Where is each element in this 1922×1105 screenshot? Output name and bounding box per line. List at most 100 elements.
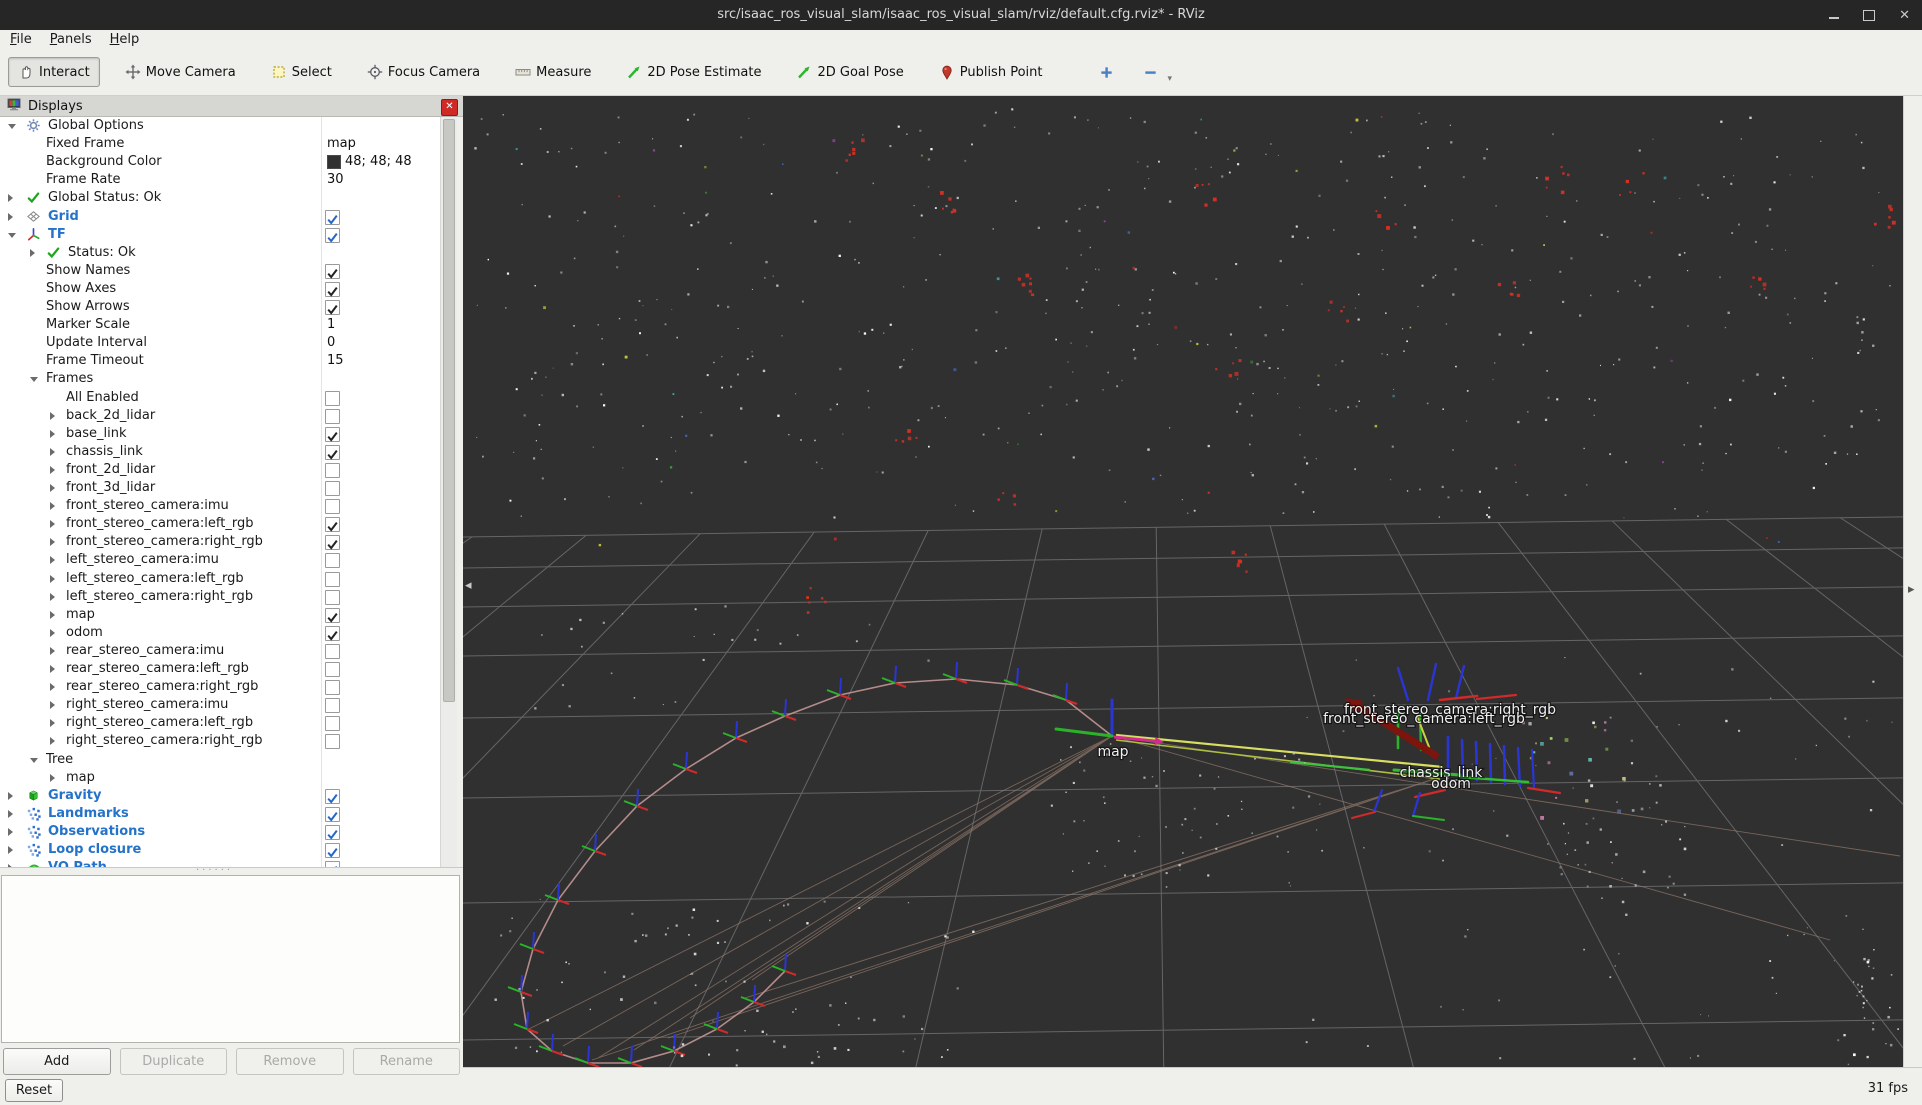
tree-row-landmarks[interactable]: Landmarks — [0, 805, 440, 823]
checkbox-unchecked[interactable] — [325, 643, 340, 659]
tree-scrollbar-thumb[interactable] — [443, 119, 455, 702]
expander-closed-icon[interactable] — [50, 484, 55, 492]
row-value[interactable]: 30 — [327, 172, 344, 188]
expander-closed-icon[interactable] — [50, 773, 55, 782]
expander-closed-icon[interactable] — [50, 701, 55, 710]
maximize-icon[interactable] — [1863, 9, 1876, 21]
checkbox-checked[interactable] — [325, 788, 340, 804]
collapse-right-icon[interactable]: ▸ — [1908, 582, 1915, 597]
tree-row-rear-stereo-camera-left-rgb[interactable]: rear_stereo_camera:left_rgb — [0, 660, 440, 678]
tree-row-all-enabled[interactable]: All Enabled — [0, 389, 440, 407]
row-value[interactable]: map — [327, 136, 356, 152]
tree-row-update-interval[interactable]: Update Interval 0 — [0, 334, 440, 352]
checkbox-checked[interactable] — [325, 281, 340, 297]
checkbox-checked[interactable] — [325, 607, 340, 623]
tree-row-right-stereo-camera-imu[interactable]: right_stereo_camera:imu — [0, 696, 440, 714]
checkbox-checked[interactable] — [325, 300, 340, 315]
expander-closed-icon[interactable] — [50, 465, 55, 474]
expander-open-icon[interactable] — [30, 377, 38, 383]
checkbox-unchecked[interactable] — [325, 408, 340, 424]
reset-button[interactable]: Reset — [5, 1079, 63, 1102]
toolbar-overflow-icon[interactable]: ▾ — [1167, 74, 1172, 84]
tree-row-marker-scale[interactable]: Marker Scale 1 — [0, 316, 440, 334]
expander-closed-icon[interactable] — [50, 520, 55, 529]
expander-closed-icon[interactable] — [8, 791, 13, 800]
checkbox-checked[interactable] — [325, 517, 340, 533]
tree-row-left-stereo-camera-imu[interactable]: left_stereo_camera:imu — [0, 551, 440, 569]
expander-closed-icon[interactable] — [50, 683, 55, 692]
tool-interact[interactable]: Interact — [8, 57, 100, 87]
checkbox-checked[interactable] — [325, 444, 340, 460]
expander-closed-icon[interactable] — [8, 846, 13, 854]
checkbox-unchecked[interactable] — [325, 390, 340, 406]
tree-row-front-3d-lidar[interactable]: front_3d_lidar — [0, 479, 440, 497]
expander-closed-icon[interactable] — [50, 538, 55, 547]
tree-row-odom[interactable]: odom — [0, 624, 440, 642]
expander-open-icon[interactable] — [8, 232, 16, 238]
tree-row-grid[interactable]: Grid — [0, 208, 440, 226]
tree-row-gravity[interactable]: Gravity — [0, 787, 440, 805]
tree-row-tf[interactable]: TF — [0, 226, 440, 244]
expander-closed-icon[interactable] — [50, 646, 55, 655]
3d-viewport[interactable]: map front_stereo_camera:right_rgb front_st… — [0, 96, 1922, 1105]
expander-closed-icon[interactable] — [50, 556, 55, 565]
tree-row-show-arrows[interactable]: Show Arrows — [0, 298, 440, 316]
expander-closed-icon[interactable] — [50, 429, 55, 438]
tree-row-tree[interactable]: Tree — [0, 751, 440, 769]
checkbox-unchecked[interactable] — [325, 716, 340, 732]
tree-row-right-stereo-camera-right-rgb[interactable]: right_stereo_camera:right_rgb — [0, 732, 440, 750]
tree-row-base-link[interactable]: base_link — [0, 425, 440, 443]
panel-close-icon[interactable]: ✕ — [441, 99, 458, 116]
tool-publish-point[interactable]: Publish Point — [929, 57, 1053, 87]
tree-row-map[interactable]: map — [0, 769, 440, 787]
expander-closed-icon[interactable] — [8, 194, 13, 203]
expander-closed-icon[interactable] — [8, 827, 13, 836]
expander-closed-icon[interactable] — [50, 447, 55, 456]
menu-file[interactable]: File — [8, 32, 42, 47]
expander-closed-icon[interactable] — [8, 809, 13, 818]
expander-closed-icon[interactable] — [50, 737, 55, 746]
tool-2d-pose-estimate[interactable]: 2D Pose Estimate — [616, 57, 771, 87]
checkbox-checked[interactable] — [325, 824, 340, 840]
tree-scrollbar[interactable] — [440, 117, 457, 869]
checkbox-unchecked[interactable] — [325, 481, 340, 496]
add-button[interactable]: Add — [3, 1048, 111, 1075]
tree-row-front-stereo-camera-right-rgb[interactable]: front_stereo_camera:right_rgb — [0, 533, 440, 551]
collapse-left-icon[interactable]: ◂ — [465, 578, 472, 593]
remove-tool-button[interactable] — [1137, 59, 1163, 85]
tree-row-map[interactable]: map — [0, 606, 440, 624]
expander-closed-icon[interactable] — [8, 212, 13, 221]
tool-measure[interactable]: Measure — [505, 57, 601, 87]
tree-row-frame-timeout[interactable]: Frame Timeout 15 — [0, 352, 440, 370]
tree-row-rear-stereo-camera-right-rgb[interactable]: rear_stereo_camera:right_rgb — [0, 678, 440, 696]
tree-row-background-color[interactable]: Background Color 48; 48; 48 — [0, 153, 440, 171]
tree-row-show-names[interactable]: Show Names — [0, 262, 440, 280]
checkbox-checked[interactable] — [325, 263, 340, 279]
expander-closed-icon[interactable] — [50, 411, 55, 420]
checkbox-checked[interactable] — [325, 535, 340, 551]
checkbox-checked[interactable] — [325, 227, 340, 243]
row-value[interactable]: 15 — [327, 353, 344, 369]
row-value[interactable]: 0 — [327, 335, 335, 351]
checkbox-unchecked[interactable] — [325, 589, 340, 605]
viewport-canvas[interactable]: map front_stereo_camera:right_rgb front_st… — [0, 96, 1922, 1105]
expander-closed-icon[interactable] — [50, 574, 55, 583]
expander-closed-icon[interactable] — [50, 719, 55, 728]
tree-row-back-2d-lidar[interactable]: back_2d_lidar — [0, 407, 440, 425]
tree-row-observations[interactable]: Observations — [0, 823, 440, 841]
tree-row-global-options[interactable]: Global Options — [0, 117, 440, 135]
add-tool-button[interactable] — [1093, 59, 1119, 85]
checkbox-checked[interactable] — [325, 625, 340, 641]
expander-closed-icon[interactable] — [30, 248, 35, 257]
row-value[interactable]: 48; 48; 48 — [327, 154, 412, 170]
tree-row-frame-rate[interactable]: Frame Rate 30 — [0, 171, 440, 189]
tree-row-right-stereo-camera-left-rgb[interactable]: right_stereo_camera:left_rgb — [0, 714, 440, 732]
tree-row-show-axes[interactable]: Show Axes — [0, 280, 440, 298]
checkbox-unchecked[interactable] — [325, 680, 340, 696]
expander-open-icon[interactable] — [30, 757, 38, 763]
tree-row-left-stereo-camera-right-rgb[interactable]: left_stereo_camera:right_rgb — [0, 588, 440, 606]
tree-row-fixed-frame[interactable]: Fixed Frame map — [0, 135, 440, 153]
tool-focus-camera[interactable]: Focus Camera — [357, 57, 490, 87]
tool-2d-goal-pose[interactable]: 2D Goal Pose — [786, 57, 913, 87]
menu-panels[interactable]: Panels — [48, 32, 102, 47]
